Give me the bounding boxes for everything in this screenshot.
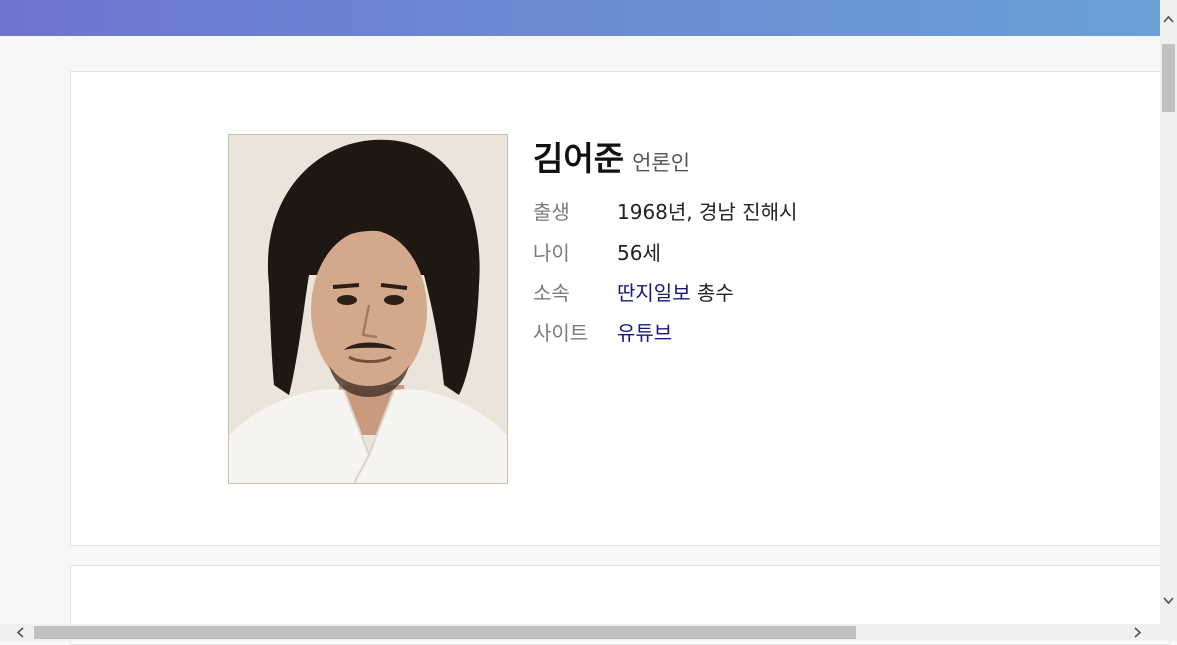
info-value: 총수 xyxy=(690,281,734,305)
info-row-birth: 출생 1968년, 경남 진해시 xyxy=(533,196,797,225)
info-label: 나이 xyxy=(533,241,570,265)
info-row-age: 나이 56세 xyxy=(533,237,661,266)
scrollbar-corner xyxy=(1160,624,1177,641)
info-row-affiliation: 소속 딴지일보 총수 xyxy=(533,277,734,306)
profile-heading: 김어준 언론인 xyxy=(533,132,690,180)
header-bar xyxy=(0,0,1160,36)
scroll-up-icon[interactable] xyxy=(1162,14,1175,27)
scroll-right-icon[interactable] xyxy=(1133,626,1143,642)
info-row-site: 사이트 유튜브 xyxy=(533,317,672,346)
person-name: 김어준 xyxy=(533,139,625,178)
portrait-photo-icon xyxy=(229,135,507,483)
vertical-scroll-thumb[interactable] xyxy=(1162,44,1175,112)
info-value: 56세 xyxy=(617,241,661,265)
scroll-down-icon[interactable] xyxy=(1162,596,1175,609)
person-occupation: 언론인 xyxy=(632,151,691,175)
profile-photo[interactable] xyxy=(228,134,508,484)
horizontal-scroll-thumb[interactable] xyxy=(34,626,856,639)
info-label: 사이트 xyxy=(533,321,589,345)
info-value: 1968년, 경남 진해시 xyxy=(617,200,798,224)
affiliation-link[interactable]: 딴지일보 xyxy=(617,281,691,305)
info-label: 소속 xyxy=(533,281,570,305)
info-label: 출생 xyxy=(533,200,570,224)
scroll-left-icon[interactable] xyxy=(15,626,25,642)
youtube-link[interactable]: 유튜브 xyxy=(617,321,672,345)
